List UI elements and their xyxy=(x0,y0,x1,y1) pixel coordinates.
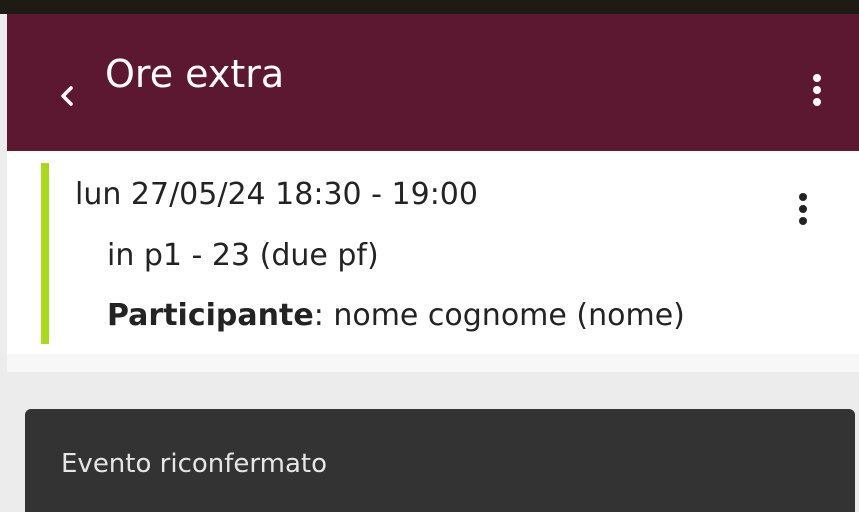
event-status-accent-bar xyxy=(41,163,49,344)
event-location: in p1 - 23 (due pf) xyxy=(107,238,379,273)
event-participant: Participante: nome cognome (nome) xyxy=(107,296,685,336)
chevron-left-icon xyxy=(61,86,73,106)
app-bar: Ore extra xyxy=(7,14,859,151)
participant-label: Participante xyxy=(107,298,314,333)
participant-value: : nome cognome (nome) xyxy=(313,298,685,333)
more-vert-icon xyxy=(799,193,807,225)
snackbar-message: Evento riconfermato xyxy=(61,449,327,479)
event-date-time: lun 27/05/24 18:30 - 19:00 xyxy=(75,177,478,212)
status-bar-strip xyxy=(0,0,859,14)
event-card[interactable]: lun 27/05/24 18:30 - 19:00 in p1 - 23 (d… xyxy=(7,151,859,354)
list-separator xyxy=(7,354,859,372)
event-menu-button[interactable] xyxy=(785,185,821,233)
page-title: Ore extra xyxy=(105,52,285,96)
more-vert-icon xyxy=(813,74,821,106)
snackbar: Evento riconfermato xyxy=(25,409,855,512)
back-button[interactable] xyxy=(49,74,85,118)
overflow-menu-button[interactable] xyxy=(797,66,837,114)
